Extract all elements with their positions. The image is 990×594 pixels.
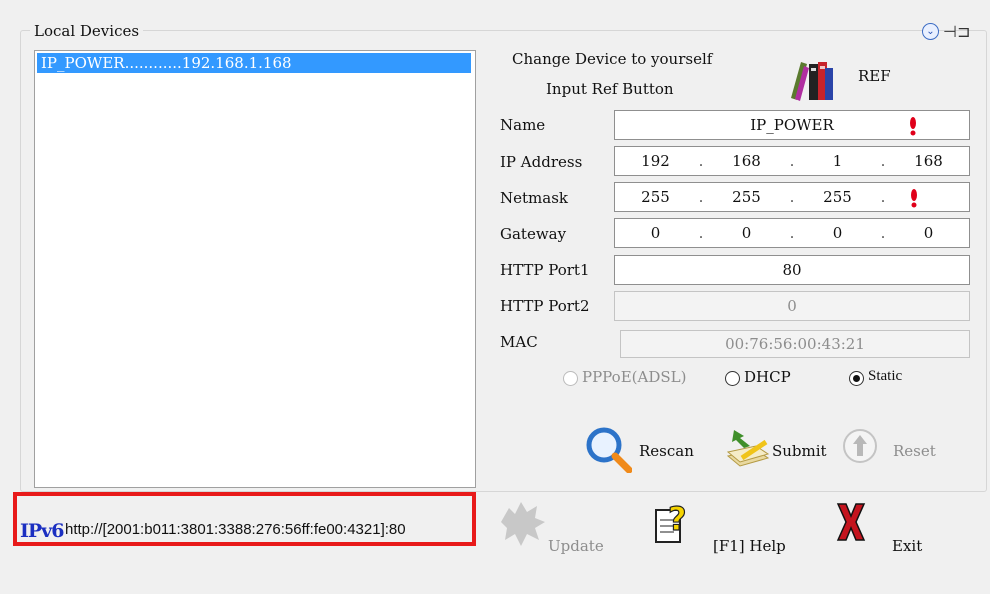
ip-octet-2[interactable]: 168 [706, 147, 787, 175]
http-port2-field: 0 [614, 291, 970, 321]
name-label: Name [500, 116, 546, 134]
http-port1-field[interactable]: 80 [614, 255, 970, 285]
warning-icon [911, 189, 917, 208]
help-icon[interactable]: ? [654, 499, 690, 544]
pppoe-radio [563, 371, 578, 386]
update-icon [497, 500, 547, 546]
device-list[interactable]: IP_POWER............192.168.1.168 [34, 50, 476, 488]
ip-address-label: IP Address [500, 153, 583, 171]
reset-icon [842, 428, 878, 464]
netmask-octet-2[interactable]: 255 [706, 183, 787, 211]
pin-icon[interactable]: ⊣⊐ [943, 22, 970, 41]
ip-octet-3[interactable]: 1 [797, 147, 878, 175]
reset-button: Reset [893, 442, 936, 460]
http-port1-label: HTTP Port1 [500, 261, 590, 279]
static-label[interactable]: Static [868, 368, 902, 385]
name-field[interactable]: IP_POWER [614, 110, 970, 140]
dhcp-label[interactable]: DHCP [744, 368, 791, 386]
ipv6-url[interactable]: http://[2001:b011:3801:3388:276:56ff:fe0… [65, 521, 406, 538]
ipv6-logo-text: IPv6 [20, 520, 64, 542]
exit-icon[interactable] [834, 500, 868, 542]
rescan-button[interactable]: Rescan [639, 442, 694, 460]
gateway-octet-4[interactable]: 0 [888, 219, 969, 247]
gateway-label: Gateway [500, 225, 567, 243]
pppoe-label: PPPoE(ADSL) [582, 368, 687, 386]
netmask-octet-4[interactable] [888, 183, 969, 211]
mac-label: MAC [500, 333, 538, 351]
netmask-octet-1[interactable]: 255 [615, 183, 696, 211]
netmask-octet-3[interactable]: 255 [797, 183, 878, 211]
gateway-octet-2[interactable]: 0 [706, 219, 787, 247]
static-radio[interactable] [849, 371, 864, 386]
netmask-field[interactable]: 255. 255. 255. [614, 182, 970, 212]
name-value: IP_POWER [750, 116, 834, 134]
device-list-item[interactable]: IP_POWER............192.168.1.168 [37, 53, 471, 73]
ip-octet-1[interactable]: 192 [615, 147, 696, 175]
submit-button[interactable]: Submit [772, 442, 827, 460]
update-button: Update [548, 537, 604, 555]
ipv6-logo: IPv6 [20, 520, 64, 542]
gateway-octet-3[interactable]: 0 [797, 219, 878, 247]
gateway-octet-1[interactable]: 0 [615, 219, 696, 247]
ref-label: REF [858, 67, 891, 85]
magnifier-icon[interactable] [584, 425, 633, 474]
help-button[interactable]: [F1] Help [713, 537, 786, 555]
books-icon[interactable] [787, 58, 835, 102]
change-device-text: Change Device to yourself [512, 50, 713, 68]
ip-octet-4[interactable]: 168 [888, 147, 969, 175]
svg-text:?: ? [668, 500, 687, 538]
gateway-field[interactable]: 0. 0. 0. 0 [614, 218, 970, 248]
input-ref-text: Input Ref Button [546, 80, 674, 98]
dhcp-radio[interactable] [725, 371, 740, 386]
mac-field: 00:76:56:00:43:21 [620, 330, 970, 358]
group-title: Local Devices [30, 22, 144, 40]
collapse-icon[interactable]: ⌄ [922, 23, 939, 40]
warning-icon [910, 117, 916, 136]
ip-address-field[interactable]: 192. 168. 1. 168 [614, 146, 970, 176]
netmask-label: Netmask [500, 189, 568, 207]
exit-button[interactable]: Exit [892, 537, 922, 555]
http-port2-label: HTTP Port2 [500, 297, 590, 315]
submit-icon[interactable] [726, 428, 770, 468]
